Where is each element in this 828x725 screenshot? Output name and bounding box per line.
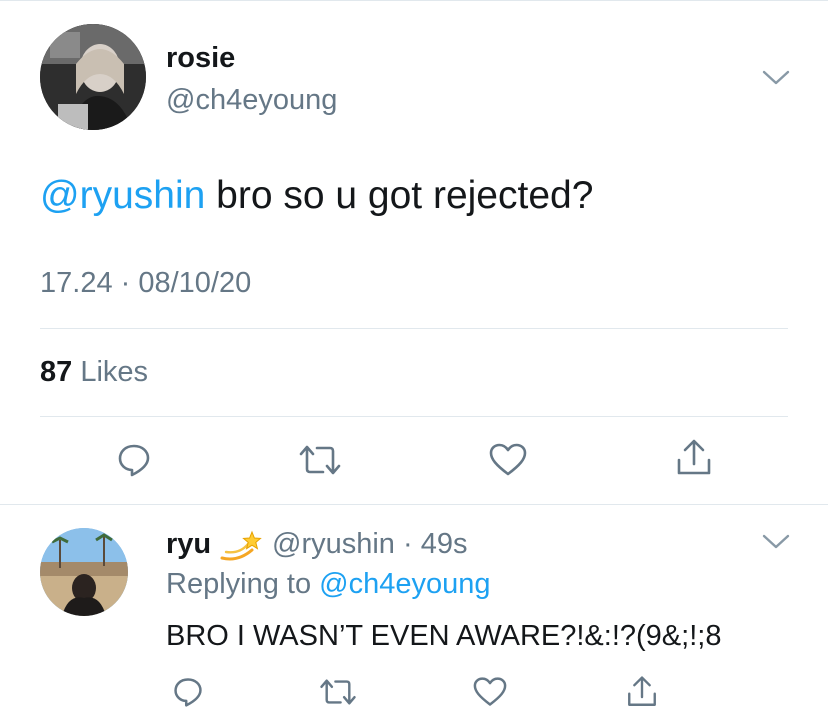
tweet-text: @ryushin bro so u got rejected? [40, 172, 593, 220]
share-icon[interactable] [620, 670, 664, 714]
top-divider [0, 0, 828, 1]
avatar[interactable] [40, 528, 128, 616]
likes-number: 87 [40, 356, 73, 388]
like-icon[interactable] [484, 440, 532, 480]
section-divider [0, 504, 828, 505]
like-icon[interactable] [468, 672, 512, 712]
avatar[interactable] [40, 24, 146, 130]
chevron-down-icon[interactable] [762, 70, 790, 86]
divider [40, 416, 788, 417]
likes-label: Likes [80, 356, 149, 388]
retweet-icon[interactable] [314, 672, 362, 712]
timestamp[interactable]: 17.24 · 08/10/20 [40, 267, 251, 300]
user-handle[interactable]: @ch4eyoung [166, 84, 337, 117]
replying-label: Replying to [166, 568, 320, 600]
share-icon[interactable] [672, 436, 716, 480]
replying-handle-link[interactable]: @ch4eyoung [319, 568, 490, 600]
chevron-down-icon[interactable] [762, 534, 790, 550]
retweet-icon[interactable] [296, 440, 344, 480]
reply-handle-time[interactable]: @ryushin · 49s [272, 528, 467, 561]
reply-display-name[interactable]: ryu [166, 528, 211, 561]
divider [40, 328, 788, 329]
reply-icon[interactable] [112, 440, 156, 480]
display-name[interactable]: rosie [166, 42, 235, 75]
reply-text: BRO I WASN’T EVEN AWARE?!&:!?(9&;!;8 [166, 620, 722, 652]
likes-count[interactable]: 87 Likes [40, 356, 148, 389]
dizzy-emoji-icon [218, 528, 262, 564]
mention-link[interactable]: @ryushin [40, 174, 205, 217]
reply-icon[interactable] [166, 672, 210, 712]
tweet-body: bro so u got rejected? [205, 174, 594, 217]
replying-to: Replying to @ch4eyoung [166, 568, 491, 601]
